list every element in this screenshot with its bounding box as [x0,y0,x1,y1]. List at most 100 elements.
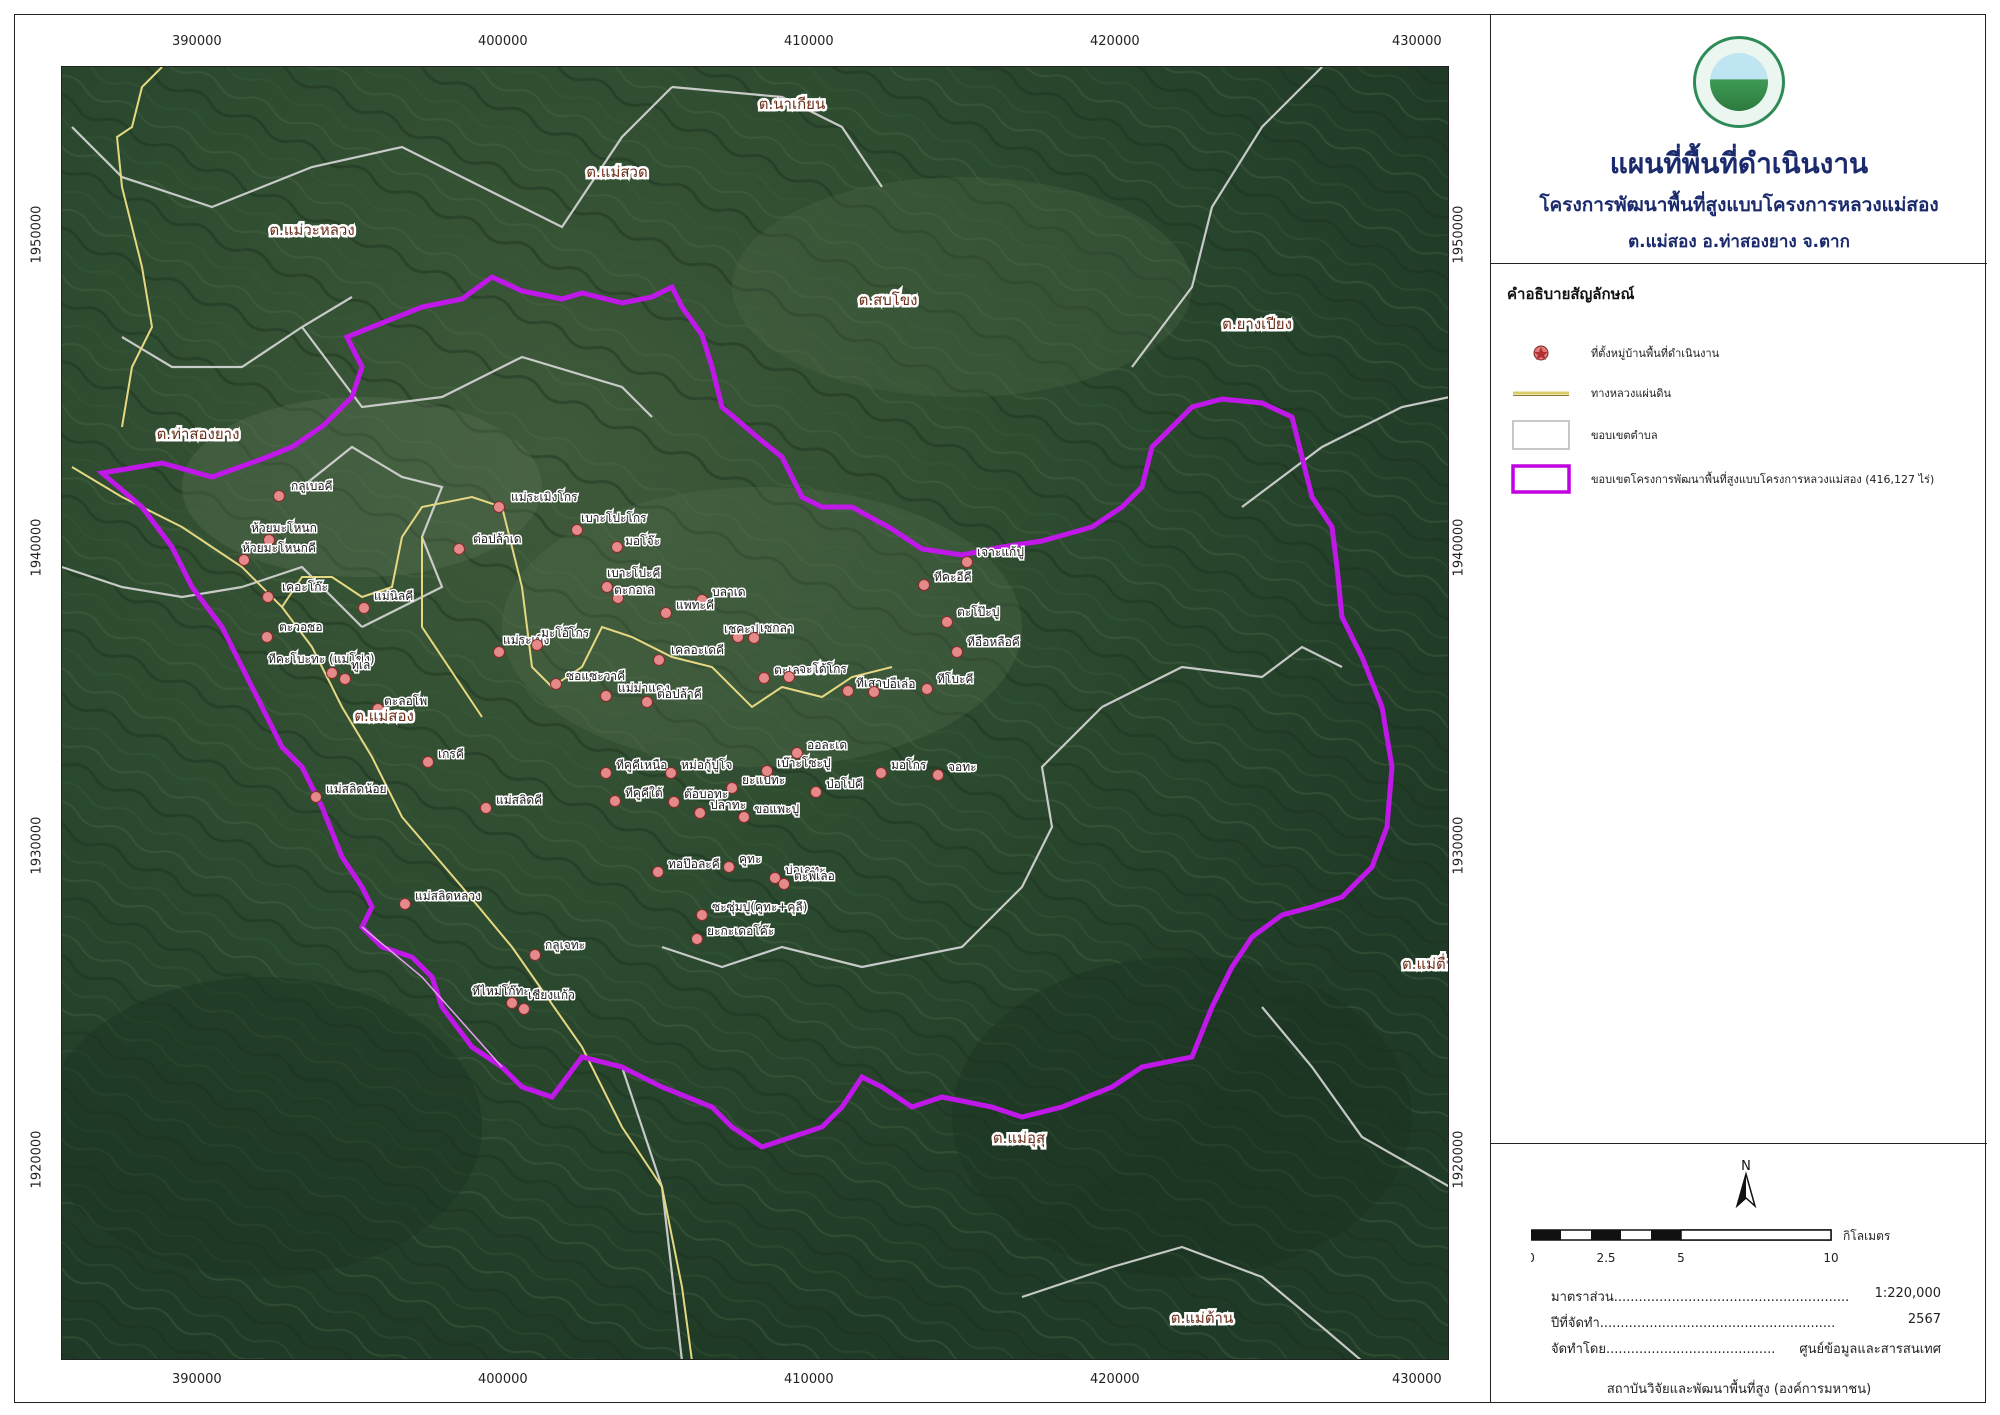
footer-organization: สถาบันวิจัยและพัฒนาพื้นที่สูง (องค์การมห… [1606,1382,1872,1397]
village-marker-icon[interactable] [941,616,953,628]
village-marker-icon[interactable] [868,686,880,698]
village-marker-icon[interactable] [550,678,562,690]
scale-block: N 0 2.5 5 10 กิโลเมตร มาตราส่วน.........… [1491,1144,1987,1403]
village-label: ต่อปล้าคี [657,687,702,701]
subdistrict-name: ต.ยางเปียง [1222,315,1292,333]
subdistrict-label: ต.แม่อุสุ [990,1127,1047,1151]
x-label: 430000 [1392,1372,1442,1387]
map-area[interactable]: กลูเบอคี ห้วยมะโหนก ห้วยมะโหนกคี เคอะโก๊ะ ตะ… [61,66,1449,1360]
village-label: ทีไหม่โก๊ทะ [472,984,530,998]
village-marker-icon[interactable] [493,646,505,658]
village-marker-icon[interactable] [262,591,274,603]
logo-emblem [1710,53,1768,111]
forest-patch [62,977,482,1277]
village-marker-icon[interactable] [758,672,770,684]
village-label: มอโกร [891,758,927,772]
village-marker-icon[interactable] [738,811,750,823]
village-marker-icon[interactable] [422,756,434,768]
village-marker-icon[interactable] [691,933,703,945]
legend-block: คำอธิบายสัญลักษณ์ ที่ตั้งหมู่บ้านพื้นที่… [1491,264,1987,1144]
village-label: หม่อกู้ปูโจ [681,758,732,773]
village-marker-icon[interactable] [529,949,541,961]
village-marker-icon[interactable] [641,696,653,708]
village-label: ทีคูคีเหนือ [616,758,667,773]
village-marker-icon[interactable] [600,690,612,702]
village-marker-icon[interactable] [609,795,621,807]
village-marker-icon[interactable] [493,501,505,513]
village-marker-icon[interactable] [694,807,706,819]
info-label: มาตราส่วน...............................… [1551,1290,1850,1305]
village-label: ทีคูคีใต้ [625,786,663,801]
x-label: 430000 [1392,34,1442,49]
village-label: ตะพิเลอ [794,869,835,883]
village-marker-icon[interactable] [238,554,250,566]
village-marker-icon[interactable] [506,997,518,1009]
subdistrict-label: ต.ท่าสองยาง [154,423,242,446]
village-marker-icon[interactable] [791,747,803,759]
village-marker-icon[interactable] [480,802,492,814]
subdistrict-name: ต.ท่าสองยาง [157,425,240,443]
village-marker-icon[interactable] [339,673,351,685]
village-marker-icon[interactable] [399,898,411,910]
map-location: ต.แม่สอง อ.ท่าสองยาง จ.ตาก [1628,232,1850,252]
title-block: แผนที่พื้นที่ดำเนินงาน โครงการพัฒนาพื้นท… [1491,14,1987,264]
village-marker-icon[interactable] [668,796,680,808]
village-marker-icon[interactable] [261,631,273,643]
legend-label: ขอบเขตตำบล [1591,429,1658,442]
village-label: คูทะ [739,852,761,867]
scale-tick: 2.5 [1596,1251,1615,1265]
village-marker-icon[interactable] [961,556,973,568]
village-marker-icon[interactable] [665,767,677,779]
village-label: ตะวอชอ [279,620,323,634]
village-marker-icon[interactable] [531,639,543,651]
village-marker-icon[interactable] [783,671,795,683]
village-marker-icon[interactable] [653,654,665,666]
village-marker-icon[interactable] [918,579,930,591]
subdistrict-label: ต.สบโขง [856,289,920,312]
info-value: 2567 [1907,1312,1941,1327]
village-marker-icon[interactable] [875,767,887,779]
village-marker-icon[interactable] [921,683,933,695]
village-label: ปอเล่อ [882,677,916,691]
village-marker-icon[interactable] [696,909,708,921]
subdistrict-name: ต.แม่สวด [586,163,647,181]
village-marker-icon[interactable] [932,769,944,781]
village-label: ห้วยมะโหนกคี [242,541,316,555]
village-marker-icon[interactable] [310,791,322,803]
village-label: แม่สลิดน้อย [326,782,387,796]
village-marker-icon[interactable] [273,490,285,502]
y-label: 1920000 [1451,1130,1467,1189]
village-marker-icon[interactable] [761,765,773,777]
village-label: ทอป๊อละคี [668,857,720,871]
info-scale: มาตราส่วน...............................… [1551,1286,1951,1307]
x-label: 410000 [784,1372,834,1387]
village-marker-icon[interactable] [358,602,370,614]
village-marker-icon[interactable] [842,685,854,697]
village-marker-icon[interactable] [652,866,664,878]
village-label: เคอะโก๊ะ [282,580,328,594]
village-label: แม่ระเมิงโกร [511,490,578,504]
info-label: จัดทำโดย................................… [1551,1342,1776,1357]
village-marker-icon[interactable] [611,541,623,553]
village-marker-icon[interactable] [453,543,465,555]
village-marker-icon[interactable] [778,878,790,890]
y-label: 1940000 [29,518,45,577]
subdistrict-name: ต.แม่อุสุ [993,1129,1045,1148]
village-marker-icon[interactable] [326,667,338,679]
scale-tick: 10 [1823,1251,1838,1265]
village-marker-icon[interactable] [571,524,583,536]
subdistrict-name: ต.แม่ตื่น [1402,953,1449,973]
village-label: กลูเจทะ [545,938,585,953]
village-label: ทีอือหลือคี [967,635,1020,649]
village-marker-icon[interactable] [518,1003,530,1015]
village-marker-icon[interactable] [748,632,760,644]
village-marker-icon[interactable] [600,767,612,779]
subdistrict-label: ต.แม่ต้าน [1168,1307,1235,1330]
village-marker-icon[interactable] [601,581,613,593]
village-marker-icon[interactable] [810,786,822,798]
village-marker-icon[interactable] [951,646,963,658]
village-label: จอทะ [948,760,977,774]
village-marker-icon[interactable] [660,607,672,619]
village-marker-icon[interactable] [723,861,735,873]
village-label: ขอแพะปู [754,802,799,817]
